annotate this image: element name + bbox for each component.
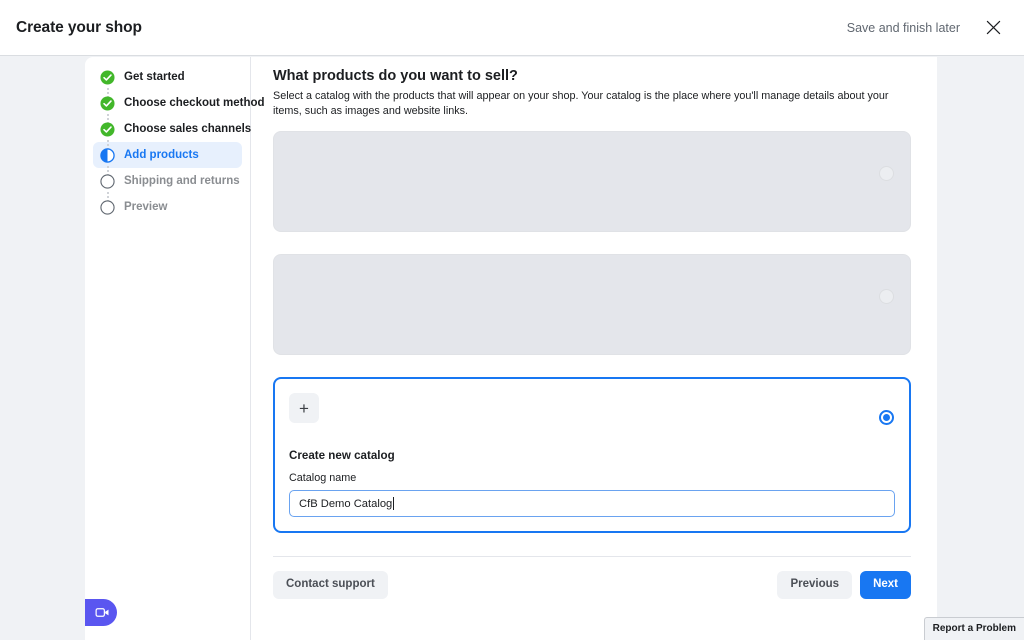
next-button[interactable]: Next xyxy=(860,571,911,599)
sidebar-item-label: Preview xyxy=(124,201,168,213)
create-catalog-title: Create new catalog xyxy=(289,449,395,462)
video-chat-fab[interactable] xyxy=(85,599,117,626)
sidebar-item-label: Choose sales channels xyxy=(124,123,252,135)
step-row-shipping-and-returns: Shipping and returns xyxy=(85,168,250,203)
catalog-option-placeholder-1[interactable] xyxy=(273,131,911,232)
video-camera-icon xyxy=(95,608,109,617)
footer-divider xyxy=(273,556,911,557)
catalog-option-create-new[interactable]: + Create new catalog Catalog name CfB De… xyxy=(273,377,911,533)
step-row-preview: Preview xyxy=(85,194,250,220)
question-heading: What products do you want to sell? xyxy=(273,68,518,84)
main-content: What products do you want to sell? Selec… xyxy=(252,57,937,640)
catalog-name-value: CfB Demo Catalog xyxy=(299,497,393,510)
sidebar-item-choose-checkout-method[interactable]: Choose checkout method xyxy=(93,90,265,116)
add-catalog-button[interactable]: + xyxy=(289,393,319,423)
sidebar-item-shipping-and-returns[interactable]: Shipping and returns xyxy=(93,168,242,194)
footer-actions: Contact support Previous Next xyxy=(273,571,911,599)
sidebar-item-choose-sales-channels[interactable]: Choose sales channels xyxy=(93,116,251,142)
sidebar-item-preview[interactable]: Preview xyxy=(93,194,242,220)
contact-support-button[interactable]: Contact support xyxy=(273,571,388,599)
previous-button[interactable]: Previous xyxy=(777,571,853,599)
wizard-card: Get started Choose checkout method Choos… xyxy=(85,57,937,640)
catalog-name-input[interactable]: CfB Demo Catalog xyxy=(289,490,895,517)
page-title: Create your shop xyxy=(16,18,142,36)
check-circle-icon xyxy=(100,95,115,111)
half-circle-icon xyxy=(100,147,115,163)
step-row-get-started: Get started xyxy=(85,64,250,99)
step-row-choose-checkout-method: Choose checkout method xyxy=(85,90,265,125)
step-row-add-products: Add products xyxy=(85,142,250,177)
sidebar-item-label: Shipping and returns xyxy=(124,175,240,187)
empty-circle-icon xyxy=(100,173,115,189)
sidebar-item-add-products[interactable]: Add products xyxy=(93,142,242,168)
check-circle-icon xyxy=(100,121,115,137)
top-bar: Create your shop Save and finish later xyxy=(0,0,1024,56)
catalog-option-placeholder-2[interactable] xyxy=(273,254,911,355)
catalog-options-list: + Create new catalog Catalog name CfB De… xyxy=(273,131,911,533)
top-bar-actions: Save and finish later xyxy=(837,11,1024,45)
sidebar-item-get-started[interactable]: Get started xyxy=(93,64,242,90)
step-row-choose-sales-channels: Choose sales channels xyxy=(85,116,251,151)
close-button[interactable] xyxy=(976,11,1010,45)
question-description: Select a catalog with the products that … xyxy=(273,90,889,117)
plus-icon: + xyxy=(299,398,309,418)
check-circle-icon xyxy=(100,69,115,85)
close-icon xyxy=(986,20,1000,35)
sidebar-item-label: Add products xyxy=(124,149,199,161)
catalog-name-label: Catalog name xyxy=(289,472,357,484)
empty-circle-icon xyxy=(100,199,115,215)
footer-nav-buttons: Previous Next xyxy=(777,571,911,599)
app-root: Create your shop Save and finish later G… xyxy=(0,0,1024,640)
save-and-finish-later-button[interactable]: Save and finish later xyxy=(837,14,970,42)
radio-button-unselected[interactable] xyxy=(879,166,894,181)
text-cursor xyxy=(393,497,395,510)
radio-button-selected[interactable] xyxy=(879,410,894,425)
report-a-problem-button[interactable]: Report a Problem xyxy=(923,617,1024,640)
sidebar-steps: Get started Choose checkout method Choos… xyxy=(85,57,265,640)
sidebar-item-label: Choose checkout method xyxy=(124,97,265,109)
sidebar-item-label: Get started xyxy=(124,71,185,83)
radio-button-unselected[interactable] xyxy=(879,289,894,304)
